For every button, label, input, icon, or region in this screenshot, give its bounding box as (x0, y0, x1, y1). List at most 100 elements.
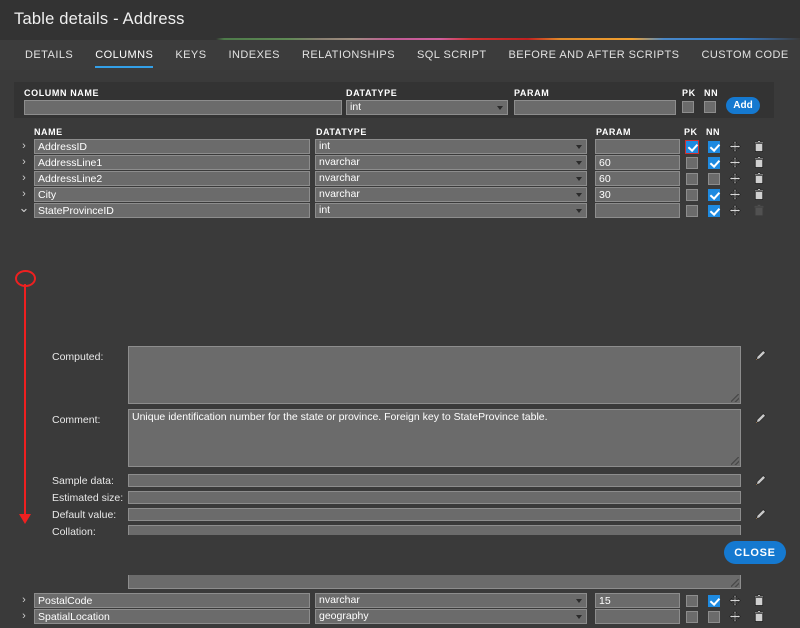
close-button[interactable]: CLOSE (724, 541, 786, 564)
row-name-input[interactable] (34, 609, 310, 624)
row-datatype-select[interactable]: int (315, 139, 587, 154)
row-datatype-select[interactable]: nvarchar (315, 155, 587, 170)
tab-keys[interactable]: KEYS (164, 40, 217, 70)
column-name-input[interactable] (24, 100, 342, 115)
title-bar: Table details - Address (0, 0, 800, 38)
computed-textarea[interactable] (128, 346, 741, 404)
edit-pencil-icon[interactable] (754, 412, 767, 425)
move-handle-icon[interactable] (728, 156, 742, 169)
resize-grip-icon[interactable] (731, 457, 739, 465)
row-param-input[interactable] (595, 139, 680, 154)
delete-row-icon[interactable] (752, 188, 766, 201)
row-nn-checkbox[interactable] (708, 173, 720, 185)
edit-pencil-icon[interactable] (754, 349, 767, 362)
pk-checkbox[interactable] (682, 101, 694, 113)
row-pk-checkbox[interactable] (686, 205, 698, 217)
tab-relationships[interactable]: RELATIONSHIPS (291, 40, 406, 70)
tab-label: CUSTOM CODE (701, 49, 788, 61)
row-name-input[interactable] (34, 139, 310, 154)
expand-row-chevron-icon[interactable]: › (18, 594, 30, 606)
row-name-input[interactable] (34, 593, 310, 608)
move-handle-icon[interactable] (728, 594, 742, 607)
tab-bar: DETAILSCOLUMNSKEYSINDEXESRELATIONSHIPS SQ… (0, 40, 800, 70)
grid-rows-bottom: › nvarchar › geography (14, 593, 786, 625)
row-param-input[interactable] (595, 593, 680, 608)
table-row: › geography (14, 609, 786, 624)
pk-field-group: PK (682, 88, 696, 118)
row-param-cell (595, 155, 680, 170)
row-nn-checkbox[interactable] (708, 141, 720, 153)
row-nn-checkbox[interactable] (708, 189, 720, 201)
move-handle-icon[interactable] (728, 610, 742, 623)
delete-row-icon (752, 204, 766, 217)
expand-row-chevron-icon[interactable]: › (18, 140, 30, 152)
row-pk-checkbox[interactable] (686, 157, 698, 169)
nn-checkbox[interactable] (704, 101, 716, 113)
add-column-button[interactable]: Add (726, 97, 760, 114)
row-pk-checkbox[interactable] (686, 595, 698, 607)
new-column-entry-panel: COLUMN NAME DATATYPE int PARAM PK NN Add (14, 82, 774, 118)
resize-grip-icon[interactable] (731, 579, 739, 587)
row-name-input[interactable] (34, 203, 310, 218)
expand-row-chevron-icon[interactable]: › (18, 188, 30, 200)
delete-row-icon[interactable] (752, 594, 766, 607)
row-pk-checkbox[interactable] (686, 141, 698, 153)
tab-custom-code[interactable]: CUSTOM CODE (690, 40, 799, 70)
delete-row-icon[interactable] (752, 156, 766, 169)
row-datatype-value: int (319, 140, 330, 152)
expand-row-chevron-icon[interactable]: ⌄ (18, 202, 30, 214)
row-param-input[interactable] (595, 171, 680, 186)
row-nn-checkbox[interactable] (708, 595, 720, 607)
expand-row-chevron-icon[interactable]: › (18, 156, 30, 168)
delete-row-icon[interactable] (752, 610, 766, 623)
resize-grip-icon[interactable] (731, 394, 739, 402)
delete-row-icon[interactable] (752, 172, 766, 185)
tab-label: SQL SCRIPT (417, 49, 487, 61)
row-datatype-select[interactable]: nvarchar (315, 593, 587, 608)
sample-data-input[interactable] (128, 474, 741, 487)
tab-indexes[interactable]: INDEXES (218, 40, 291, 70)
row-nn-checkbox[interactable] (708, 157, 720, 169)
row-param-input[interactable] (595, 203, 680, 218)
delete-row-icon[interactable] (752, 140, 766, 153)
row-pk-checkbox[interactable] (686, 189, 698, 201)
move-handle-icon[interactable] (728, 204, 742, 217)
row-delete-cell (752, 156, 766, 169)
row-datatype-select[interactable]: geography (315, 609, 587, 624)
row-param-input[interactable] (595, 187, 680, 202)
row-name-input[interactable] (34, 171, 310, 186)
tab-sql-script[interactable]: SQL SCRIPT (406, 40, 498, 70)
row-param-input[interactable] (595, 609, 680, 624)
row-param-cell (595, 187, 680, 202)
tab-columns[interactable]: COLUMNS (84, 40, 164, 70)
expand-row-chevron-icon[interactable]: › (18, 610, 30, 622)
row-name-input[interactable] (34, 155, 310, 170)
nn-label: NN (704, 88, 718, 98)
row-nn-checkbox[interactable] (708, 611, 720, 623)
row-datatype-select[interactable]: int (315, 203, 587, 218)
datatype-select[interactable]: int (346, 100, 508, 115)
default-value-label: Default value: (52, 509, 116, 521)
row-name-input[interactable] (34, 187, 310, 202)
tab-details[interactable]: DETAILS (14, 40, 84, 70)
row-datatype-value: geography (319, 610, 369, 622)
move-handle-icon[interactable] (728, 172, 742, 185)
default-value-input[interactable] (128, 508, 741, 521)
tab-before-and-after-scripts[interactable]: BEFORE AND AFTER SCRIPTS (498, 40, 691, 70)
estimated-size-input[interactable] (128, 491, 741, 504)
move-handle-icon[interactable] (728, 188, 742, 201)
param-input[interactable] (514, 100, 676, 115)
row-pk-checkbox[interactable] (686, 611, 698, 623)
expand-row-chevron-icon[interactable]: › (18, 172, 30, 184)
row-param-cell (595, 139, 680, 154)
row-pk-checkbox[interactable] (686, 173, 698, 185)
row-datatype-select[interactable]: nvarchar (315, 187, 587, 202)
edit-pencil-icon[interactable] (754, 474, 767, 487)
row-nn-checkbox[interactable] (708, 205, 720, 217)
edit-pencil-icon[interactable] (754, 508, 767, 521)
grid-rows-top: › int › nvarchar › nvarchar › nvarchar ⌄ int (14, 139, 786, 218)
row-datatype-select[interactable]: nvarchar (315, 171, 587, 186)
row-param-input[interactable] (595, 155, 680, 170)
comment-textarea[interactable]: Unique identification number for the sta… (128, 409, 741, 467)
move-handle-icon[interactable] (728, 140, 742, 153)
